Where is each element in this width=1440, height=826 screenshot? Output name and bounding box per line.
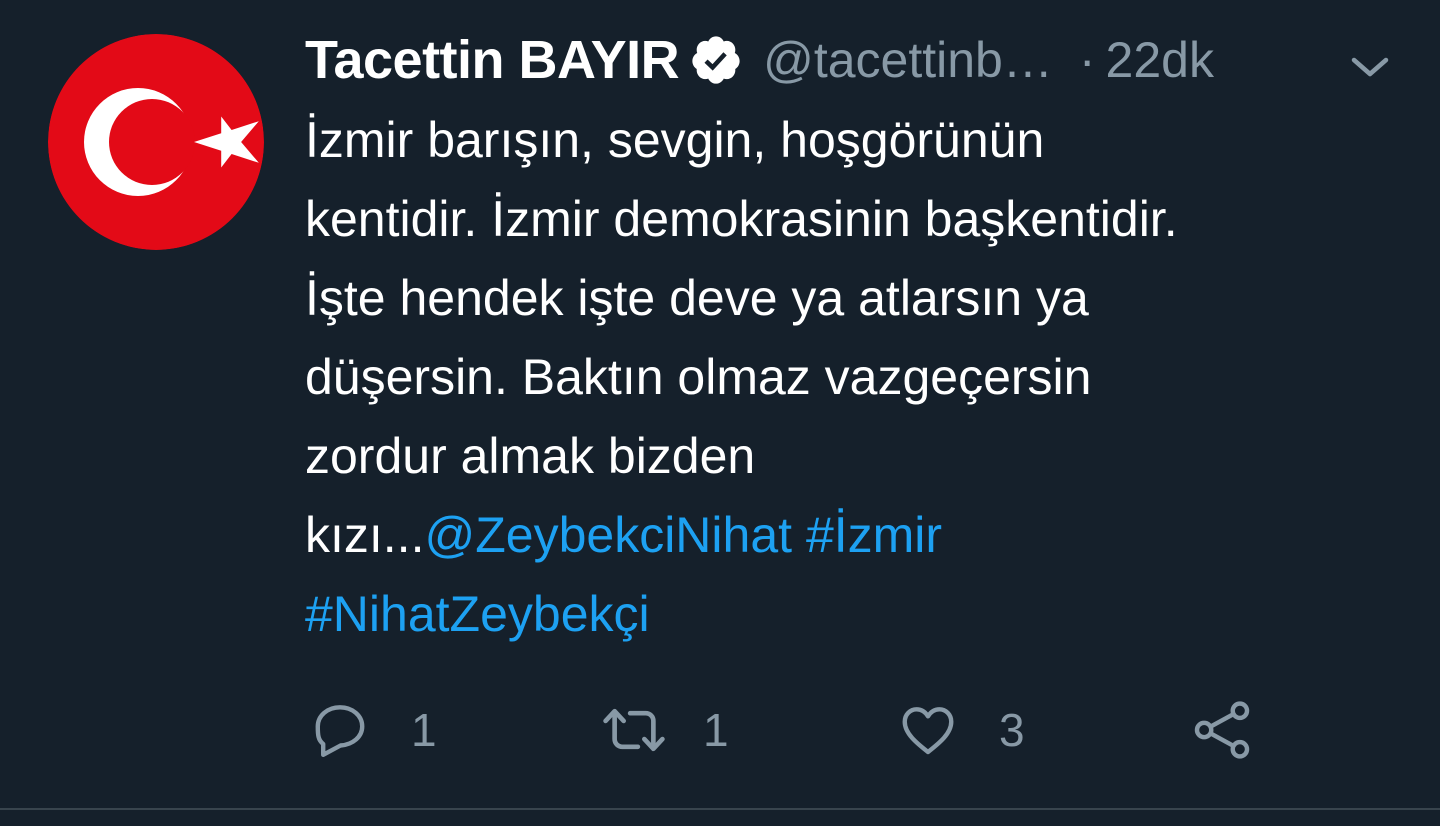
retweet-button[interactable]: 1	[597, 690, 729, 770]
divider	[0, 808, 1440, 810]
retweet-count: 1	[703, 704, 729, 756]
author-name[interactable]: Tacettin BAYIR	[305, 29, 680, 91]
verified-badge-icon	[689, 33, 743, 87]
heart-icon	[902, 707, 954, 755]
reply-count: 1	[411, 704, 437, 756]
like-count: 3	[999, 704, 1025, 756]
tweet[interactable]: Tacettin BAYIR @tacettinb… · 22dk İzmir …	[0, 0, 1440, 808]
tweet-text-tail: kızı...	[305, 507, 425, 563]
tweet-timestamp[interactable]: 22dk	[1106, 31, 1214, 89]
tweet-text-line: düşersin. Baktın olmaz vazgeçersin	[305, 349, 1092, 405]
tweet-text-line: zordur almak bizden	[305, 428, 756, 484]
tweet-text: İzmir barışın, sevgin, hoşgörünün kentid…	[305, 101, 1405, 654]
tweet-text-line: kentidir. İzmir demokrasinin başkentidir…	[305, 191, 1178, 247]
tweet-text-line: İşte hendek işte deve ya atlarsın ya	[305, 270, 1089, 326]
tweet-content: Tacettin BAYIR @tacettinb… · 22dk İzmir …	[305, 22, 1405, 654]
share-icon	[1194, 701, 1250, 759]
hashtag-link[interactable]: #İzmir	[806, 507, 942, 563]
mention-link[interactable]: @ZeybekciNihat	[424, 507, 792, 563]
separator-dot: ·	[1078, 32, 1096, 88]
reply-icon	[315, 705, 365, 757]
chevron-down-icon[interactable]	[1342, 52, 1398, 84]
tweet-header: Tacettin BAYIR @tacettinb… · 22dk	[305, 22, 1405, 98]
hashtag-link[interactable]: #NihatZeybekçi	[305, 586, 650, 642]
reply-button[interactable]: 1	[309, 690, 437, 770]
tweet-actions: 1 1 3	[305, 690, 1305, 770]
avatar[interactable]	[48, 34, 264, 250]
tweet-text-line-mentions: kızı...@ZeybekciNihat #İzmir	[305, 496, 1405, 575]
turkish-flag-icon	[48, 34, 264, 250]
tweet-text-line: İzmir barışın, sevgin, hoşgörünün	[305, 112, 1045, 168]
author-handle[interactable]: @tacettinb…	[763, 31, 1053, 89]
like-button[interactable]: 3	[895, 690, 1025, 770]
tweet-text-line-hashtag: #NihatZeybekçi	[305, 575, 1405, 654]
share-button[interactable]	[1189, 690, 1255, 770]
retweet-icon	[603, 708, 665, 752]
